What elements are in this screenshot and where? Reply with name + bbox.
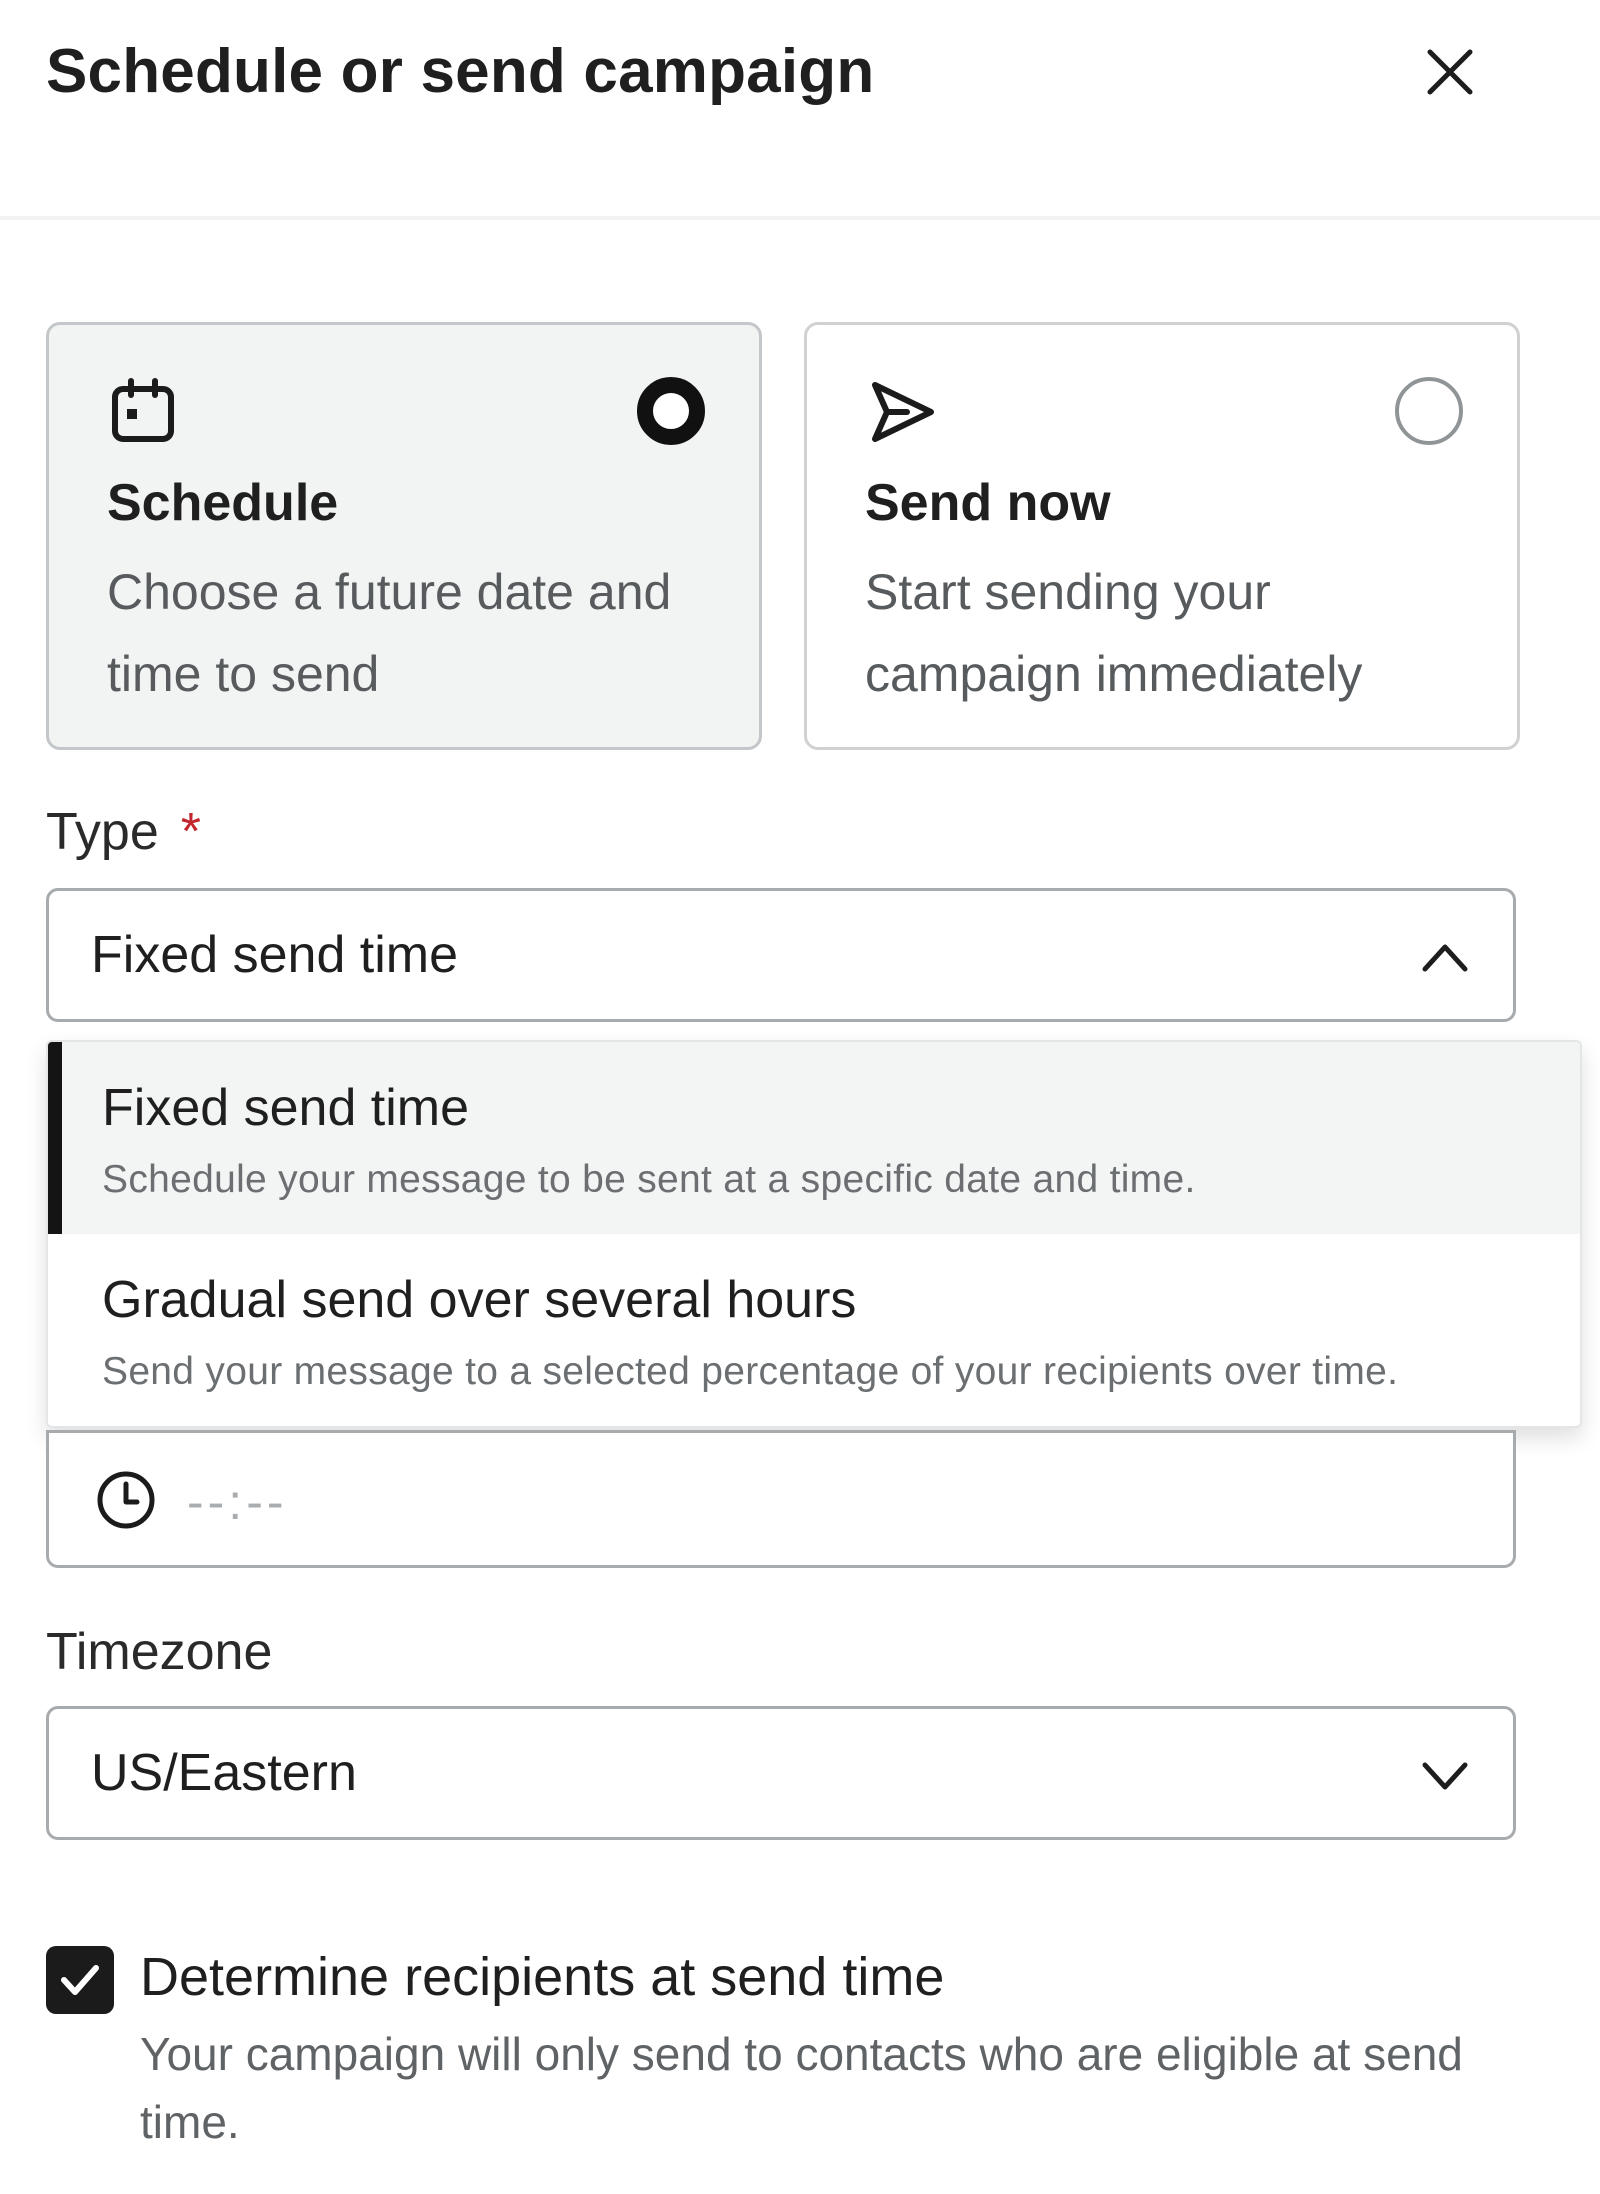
- menu-item-description: Schedule your message to be sent at a sp…: [102, 1158, 1196, 1201]
- timezone-select-value: US/Eastern: [91, 1744, 357, 1802]
- schedule-title: Schedule: [107, 474, 339, 532]
- dialog-title: Schedule or send campaign: [46, 37, 875, 106]
- menu-item-fixed-send-time[interactable]: Fixed send time Schedule your message to…: [48, 1042, 1580, 1234]
- send-now-radio[interactable]: [1395, 377, 1463, 445]
- type-label: Type *: [46, 802, 201, 862]
- time-input[interactable]: --:--: [46, 1430, 1516, 1568]
- determine-recipients-description: Your campaign will only send to contacts…: [140, 2028, 1463, 2148]
- menu-item-title: Gradual send over several hours: [102, 1271, 857, 1329]
- timezone-select[interactable]: US/Eastern: [46, 1706, 1516, 1840]
- clock-icon: [97, 1471, 155, 1529]
- menu-item-gradual-send[interactable]: Gradual send over several hours Send you…: [48, 1234, 1580, 1426]
- determine-recipients-checkbox[interactable]: [46, 1946, 114, 2014]
- close-button[interactable]: [1420, 42, 1480, 102]
- send-now-title: Send now: [865, 474, 1111, 532]
- chevron-down-icon: [1422, 1762, 1468, 1790]
- type-dropdown-menu: Fixed send time Schedule your message to…: [46, 1040, 1582, 1428]
- send-icon: [872, 382, 934, 442]
- timezone-label: Timezone: [46, 1623, 273, 1681]
- time-input-placeholder: --:--: [187, 1474, 288, 1530]
- calendar-icon: [112, 378, 174, 442]
- checkmark-icon: [61, 1965, 99, 1995]
- chevron-up-icon: [1422, 944, 1468, 972]
- required-marker: *: [180, 803, 201, 861]
- menu-item-title: Fixed send time: [102, 1079, 470, 1137]
- send-now-option-card[interactable]: Send now Start sending your campaign imm…: [804, 322, 1520, 750]
- send-now-description: Start sending your campaign immediately: [865, 564, 1363, 702]
- schedule-option-card[interactable]: Schedule Choose a future date and time t…: [46, 322, 762, 750]
- type-select[interactable]: Fixed send time: [46, 888, 1516, 1022]
- schedule-description: Choose a future date and time to send: [107, 564, 672, 702]
- type-label-text: Type: [46, 803, 159, 861]
- dialog-header: Schedule or send campaign: [0, 0, 1600, 220]
- close-icon: [1427, 49, 1473, 95]
- menu-item-description: Send your message to a selected percenta…: [102, 1350, 1399, 1393]
- determine-recipients-label: Determine recipients at send time: [140, 1947, 945, 2007]
- schedule-radio[interactable]: [637, 377, 705, 445]
- type-select-value: Fixed send time: [91, 926, 459, 984]
